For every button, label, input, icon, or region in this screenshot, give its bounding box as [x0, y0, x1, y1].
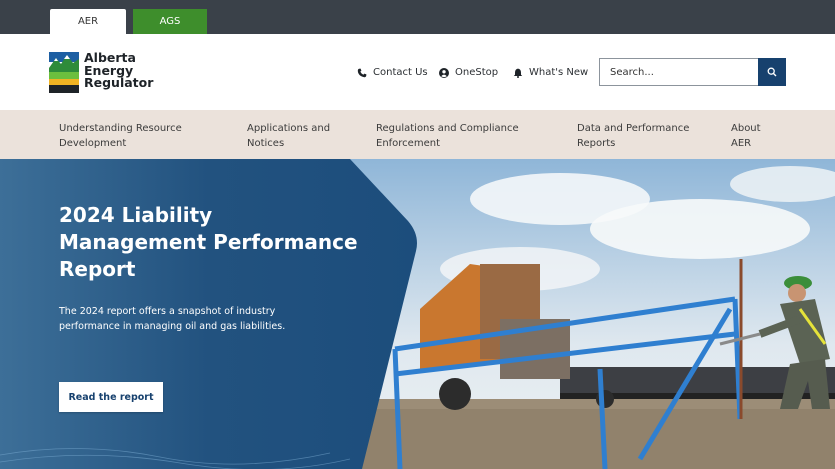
search-button[interactable]: [758, 58, 786, 86]
aer-logo[interactable]: Alberta Energy Regulator: [49, 51, 154, 93]
logo-line-3: Regulator: [84, 75, 154, 90]
whats-new-label: What's New: [529, 67, 589, 78]
bell-icon: [513, 68, 523, 78]
whats-new-link[interactable]: What's New: [513, 67, 588, 78]
search-box: [599, 58, 786, 86]
contact-us-label: Contact Us: [373, 67, 428, 78]
tab-ags[interactable]: AGS: [133, 9, 207, 34]
site-header: Alberta Energy Regulator Contact Us OneS…: [0, 34, 835, 110]
nav-about-aer[interactable]: About AER: [731, 121, 791, 151]
logo-mountain-icon: [49, 52, 79, 93]
nav-understanding-resource-development[interactable]: Understanding Resource Development: [59, 121, 209, 151]
search-icon: [767, 67, 777, 77]
nav-data-and-performance-reports[interactable]: Data and Performance Reports: [577, 121, 707, 151]
site-switcher-bar: AER AGS: [0, 0, 835, 34]
user-circle-icon: [439, 67, 449, 78]
phone-icon: [357, 68, 367, 77]
read-the-report-button[interactable]: Read the report: [59, 382, 163, 412]
hero-title: 2024 Liability Management Performance Re…: [59, 203, 358, 281]
logo-wordmark: Alberta Energy Regulator: [84, 51, 154, 90]
onestop-label: OneStop: [455, 67, 499, 78]
search-input[interactable]: [599, 58, 758, 86]
onestop-link[interactable]: OneStop: [439, 67, 498, 78]
hero-banner: 2024 Liability Management Performance Re…: [0, 159, 835, 469]
nav-regulations-and-compliance[interactable]: Regulations and Compliance Enforcement: [376, 121, 546, 151]
hero-description: The 2024 report offers a snapshot of ind…: [59, 306, 286, 332]
nav-applications-and-notices[interactable]: Applications and Notices: [247, 121, 347, 151]
main-navigation: Understanding Resource Development Appli…: [0, 110, 835, 159]
tab-aer[interactable]: AER: [50, 9, 126, 34]
contact-us-link[interactable]: Contact Us: [357, 67, 428, 78]
